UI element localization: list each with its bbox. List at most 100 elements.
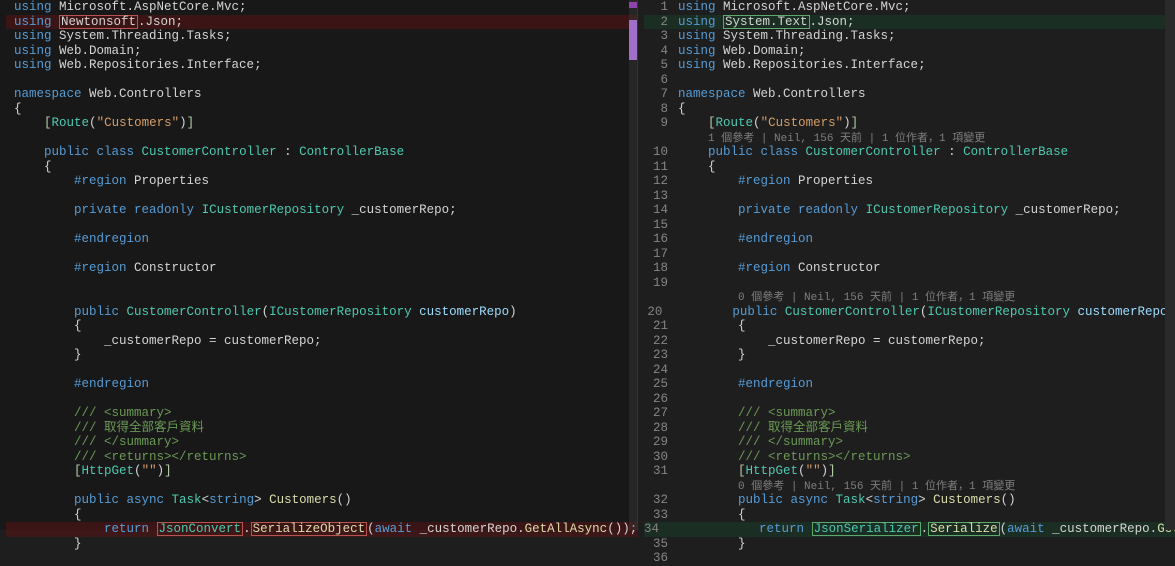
code-line[interactable]: 10 public class CustomerController : Con… bbox=[644, 145, 1175, 160]
code-line[interactable]: 20 public CustomerController(ICustomerRe… bbox=[644, 305, 1175, 320]
code-line[interactable]: #region Constructor bbox=[6, 261, 637, 276]
line-number: 26 bbox=[644, 392, 678, 407]
line-number bbox=[644, 479, 678, 494]
code-line[interactable]: 14 private readonly ICustomerRepository … bbox=[644, 203, 1175, 218]
code-line[interactable]: using System.Threading.Tasks; bbox=[6, 29, 637, 44]
code-line[interactable]: 0 個參考 | Neil, 156 天前 | 1 位作者，1 項變更 bbox=[644, 290, 1175, 305]
code-line[interactable]: 26 bbox=[644, 392, 1175, 407]
code-line[interactable]: { bbox=[6, 319, 637, 334]
right-scrollbar[interactable] bbox=[1165, 0, 1175, 530]
code-line[interactable]: /// <returns></returns> bbox=[6, 450, 637, 465]
diff-left-pane[interactable]: using Microsoft.AspNetCore.Mvc;using New… bbox=[0, 0, 637, 530]
code-line[interactable] bbox=[6, 247, 637, 262]
code-line[interactable]: 6 bbox=[644, 73, 1175, 88]
code-line[interactable]: 8{ bbox=[644, 102, 1175, 117]
line-number: 5 bbox=[644, 58, 678, 73]
code-line[interactable]: 1 個參考 | Neil, 156 天前 | 1 位作者，1 項變更 bbox=[644, 131, 1175, 146]
code-line[interactable]: 34 return JsonSerializer.Serialize(await… bbox=[644, 522, 1175, 537]
code-line[interactable]: /// 取得全部客戶資料 bbox=[6, 421, 637, 436]
code-line[interactable]: 32 public async Task<string> Customers() bbox=[644, 493, 1175, 508]
line-number: 10 bbox=[644, 145, 678, 160]
code-line[interactable]: public class CustomerController : Contro… bbox=[6, 145, 637, 160]
code-line[interactable]: 30 /// <returns></returns> bbox=[644, 450, 1175, 465]
code-line[interactable]: using Web.Domain; bbox=[6, 44, 637, 59]
code-line[interactable]: } bbox=[6, 537, 637, 552]
code-line[interactable] bbox=[6, 363, 637, 378]
line-number: 8 bbox=[644, 102, 678, 117]
code-line[interactable]: private readonly ICustomerRepository _cu… bbox=[6, 203, 637, 218]
right-code-area[interactable]: 1using Microsoft.AspNetCore.Mvc;2using S… bbox=[638, 0, 1175, 566]
code-line[interactable]: 12 #region Properties bbox=[644, 174, 1175, 189]
code-line[interactable]: 21 { bbox=[644, 319, 1175, 334]
line-number: 13 bbox=[644, 189, 678, 204]
code-line[interactable]: 15 bbox=[644, 218, 1175, 233]
code-line[interactable]: _customerRepo = customerRepo; bbox=[6, 334, 637, 349]
code-line[interactable]: 35 } bbox=[644, 537, 1175, 552]
line-number: 21 bbox=[644, 319, 678, 334]
code-line[interactable]: 27 /// <summary> bbox=[644, 406, 1175, 421]
code-line[interactable]: 3using System.Threading.Tasks; bbox=[644, 29, 1175, 44]
code-line[interactable]: 36 bbox=[644, 551, 1175, 566]
code-line[interactable]: #endregion bbox=[6, 232, 637, 247]
code-line[interactable]: { bbox=[6, 160, 637, 175]
code-line[interactable]: 22 _customerRepo = customerRepo; bbox=[644, 334, 1175, 349]
code-line[interactable]: 23 } bbox=[644, 348, 1175, 363]
code-line[interactable]: public async Task<string> Customers() bbox=[6, 493, 637, 508]
line-number: 31 bbox=[644, 464, 678, 479]
line-number: 9 bbox=[644, 116, 678, 131]
code-line[interactable]: 25 #endregion bbox=[644, 377, 1175, 392]
left-overview-ruler[interactable] bbox=[629, 0, 637, 530]
line-number: 24 bbox=[644, 363, 678, 378]
code-line[interactable]: namespace Web.Controllers bbox=[6, 87, 637, 102]
line-number: 11 bbox=[644, 160, 678, 175]
code-line[interactable]: 17 bbox=[644, 247, 1175, 262]
code-line[interactable]: 4using Web.Domain; bbox=[644, 44, 1175, 59]
line-number: 23 bbox=[644, 348, 678, 363]
code-line[interactable]: /// <summary> bbox=[6, 406, 637, 421]
code-line[interactable]: 29 /// </summary> bbox=[644, 435, 1175, 450]
code-line[interactable]: 13 bbox=[644, 189, 1175, 204]
code-line[interactable]: public CustomerController(ICustomerRepos… bbox=[6, 305, 637, 320]
diff-right-pane[interactable]: 1using Microsoft.AspNetCore.Mvc;2using S… bbox=[638, 0, 1175, 530]
code-line[interactable]: [Route("Customers")] bbox=[6, 116, 637, 131]
code-line[interactable]: 9 [Route("Customers")] bbox=[644, 116, 1175, 131]
code-line[interactable]: 5using Web.Repositories.Interface; bbox=[644, 58, 1175, 73]
code-line[interactable]: 18 #region Constructor bbox=[644, 261, 1175, 276]
code-line[interactable]: using Newtonsoft.Json; bbox=[6, 15, 637, 30]
line-number: 22 bbox=[644, 334, 678, 349]
code-line[interactable]: 31 [HttpGet("")] bbox=[644, 464, 1175, 479]
code-line[interactable]: 24 bbox=[644, 363, 1175, 378]
code-line[interactable] bbox=[6, 276, 637, 291]
code-line[interactable]: 16 #endregion bbox=[644, 232, 1175, 247]
code-line[interactable]: #endregion bbox=[6, 377, 637, 392]
code-line[interactable] bbox=[6, 218, 637, 233]
line-number: 32 bbox=[644, 493, 678, 508]
code-line[interactable] bbox=[6, 392, 637, 407]
code-line[interactable]: 19 bbox=[644, 276, 1175, 291]
code-line[interactable] bbox=[6, 290, 637, 305]
code-line[interactable]: 7namespace Web.Controllers bbox=[644, 87, 1175, 102]
code-line[interactable] bbox=[6, 73, 637, 88]
code-line[interactable]: /// </summary> bbox=[6, 435, 637, 450]
left-code-area[interactable]: using Microsoft.AspNetCore.Mvc;using New… bbox=[0, 0, 637, 551]
code-line[interactable]: 11 { bbox=[644, 160, 1175, 175]
code-line[interactable]: 0 個參考 | Neil, 156 天前 | 1 位作者，1 項變更 bbox=[644, 479, 1175, 494]
code-line[interactable]: [HttpGet("")] bbox=[6, 464, 637, 479]
code-line[interactable]: 1using Microsoft.AspNetCore.Mvc; bbox=[644, 0, 1175, 15]
code-line[interactable]: #region Properties bbox=[6, 174, 637, 189]
code-line[interactable]: { bbox=[6, 508, 637, 523]
code-line[interactable]: { bbox=[6, 102, 637, 117]
code-line[interactable]: using Web.Repositories.Interface; bbox=[6, 58, 637, 73]
line-number: 30 bbox=[644, 450, 678, 465]
code-line[interactable]: 33 { bbox=[644, 508, 1175, 523]
line-number: 18 bbox=[644, 261, 678, 276]
code-line[interactable] bbox=[6, 131, 637, 146]
code-line[interactable]: return JsonConvert.SerializeObject(await… bbox=[6, 522, 637, 537]
code-line[interactable] bbox=[6, 479, 637, 494]
code-line[interactable]: 28 /// 取得全部客戶資料 bbox=[644, 421, 1175, 436]
code-line[interactable] bbox=[6, 189, 637, 204]
line-number: 15 bbox=[644, 218, 678, 233]
code-line[interactable]: using Microsoft.AspNetCore.Mvc; bbox=[6, 0, 637, 15]
code-line[interactable]: 2using System.Text.Json; bbox=[644, 15, 1175, 30]
code-line[interactable]: } bbox=[6, 348, 637, 363]
